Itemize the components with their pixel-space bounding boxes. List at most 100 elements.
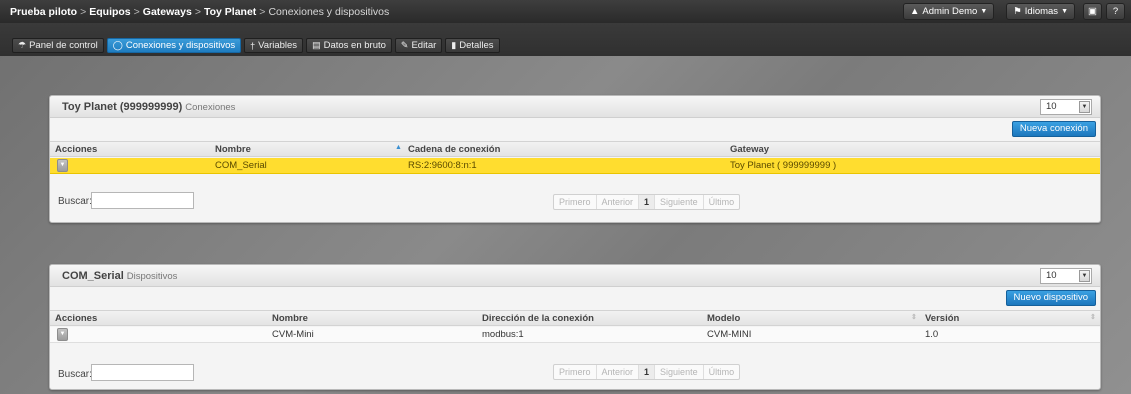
chevron-down-icon: ▼: [1079, 101, 1090, 113]
search-label: Buscar:: [58, 196, 92, 207]
pager-page-1[interactable]: 1: [639, 195, 656, 209]
tab-label: Editar: [411, 40, 437, 51]
pagination: Primero Anterior 1 Siguiente Último: [553, 194, 741, 210]
tab-bar: ☂ Panel de control ◯ Conexiones y dispos…: [0, 23, 1131, 56]
breadcrumb-separator: >: [133, 5, 140, 18]
language-menu-label: Idiomas: [1024, 6, 1059, 17]
search-input[interactable]: [91, 364, 194, 381]
column-header-acciones: Acciones: [55, 313, 98, 324]
panel-title: Toy Planet (999999999) Conexiones: [62, 101, 235, 113]
column-header-version[interactable]: Versión: [925, 313, 959, 324]
cell-version: 1.0: [925, 329, 939, 340]
row-actions-button[interactable]: ▼: [57, 159, 68, 172]
tab-label: Datos en bruto: [323, 40, 386, 51]
tab-detalles[interactable]: ▮ Detalles: [445, 38, 500, 53]
page-size-select[interactable]: 10 ▼: [1040, 268, 1092, 284]
chevron-down-icon: ▼: [1079, 270, 1090, 282]
pager-first[interactable]: Primero: [554, 365, 597, 379]
connections-panel-subtitle: Conexiones: [185, 102, 236, 113]
devices-panel: COM_Serial Dispositivos 10 ▼ Nuevo dispos…: [49, 264, 1101, 390]
column-header-nombre[interactable]: Nombre: [215, 144, 251, 155]
devices-panel-subtitle: Dispositivos: [126, 271, 178, 282]
tab-label: Detalles: [459, 40, 494, 51]
breadcrumb-separator: >: [259, 5, 266, 18]
pager-next[interactable]: Siguiente: [655, 195, 704, 209]
user-menu-button[interactable]: ▲ Admin Demo ▼: [903, 3, 995, 20]
cell-direccion: modbus:1: [482, 329, 524, 340]
search-label: Buscar:: [58, 369, 92, 380]
flag-icon: ⚑: [1013, 6, 1022, 17]
column-header-direccion[interactable]: Dirección de la conexión: [482, 313, 594, 324]
pager-last[interactable]: Último: [704, 195, 740, 209]
pager-previous[interactable]: Anterior: [597, 195, 640, 209]
devices-table-header: Acciones Nombre Dirección de la conexión…: [50, 310, 1100, 326]
tab-label: Panel de control: [29, 40, 98, 51]
sort-icon[interactable]: ⇕: [911, 313, 917, 321]
help-button[interactable]: ?: [1106, 3, 1125, 20]
sort-icon[interactable]: ⇕: [1090, 313, 1096, 321]
new-device-button[interactable]: Nuevo dispositivo: [1005, 290, 1096, 306]
connections-panel: Toy Planet (999999999) Conexiones 10 ▼ Nu…: [49, 95, 1101, 223]
tab-editar[interactable]: ✎ Editar: [394, 38, 443, 53]
pager-first[interactable]: Primero: [554, 195, 597, 209]
pencil-icon: ✎: [400, 40, 409, 50]
column-header-gateway[interactable]: Gateway: [730, 144, 769, 155]
page-size-value: 10: [1046, 270, 1057, 281]
page-size-value: 10: [1046, 101, 1057, 112]
column-header-acciones: Acciones: [55, 144, 98, 155]
cell-cadena: RS:2:9600:8:n:1: [408, 160, 477, 171]
column-header-modelo[interactable]: Modelo: [707, 313, 740, 324]
breadcrumb: Prueba piloto > Equipos > Gateways > Toy Plane…: [0, 6, 389, 18]
tab-conexiones-y-dispositivos[interactable]: ◯ Conexiones y dispositivos: [106, 38, 242, 53]
screen-icon: ▣: [1088, 6, 1097, 17]
chevron-down-icon: ▼: [980, 8, 988, 15]
user-menu-label: Admin Demo: [922, 6, 978, 17]
column-header-nombre[interactable]: Nombre: [272, 313, 308, 324]
devices-panel-header: COM_Serial Dispositivos 10 ▼: [50, 265, 1100, 287]
cell-gateway: Toy Planet ( 999999999 ): [730, 160, 837, 171]
sort-ascending-icon[interactable]: ▲: [395, 144, 402, 151]
breadcrumb-item-gateways[interactable]: Gateways: [143, 6, 192, 18]
pager-next[interactable]: Siguiente: [655, 365, 704, 379]
chevron-down-icon: ▼: [1061, 8, 1068, 15]
new-connection-button[interactable]: Nueva conexión: [1011, 121, 1096, 137]
devices-panel-title: COM_Serial: [62, 270, 124, 282]
tab-panel-de-control[interactable]: ☂ Panel de control: [12, 38, 104, 53]
table-icon: ▤: [312, 40, 321, 50]
breadcrumb-separator: >: [80, 5, 87, 18]
pager-page-1[interactable]: 1: [639, 365, 656, 379]
language-menu-button[interactable]: ⚑ Idiomas ▼: [1006, 3, 1075, 20]
tab-datos-en-bruto[interactable]: ▤ Datos en bruto: [306, 38, 392, 53]
row-actions-button[interactable]: ▼: [57, 328, 68, 341]
pager-last[interactable]: Último: [704, 365, 740, 379]
column-header-cadena[interactable]: Cadena de conexión: [408, 144, 500, 155]
connections-table-header: Acciones Nombre ▲ Cadena de conexión Gat…: [50, 141, 1100, 157]
dashboard-icon: ☂: [18, 40, 27, 50]
breadcrumb-item-gateway[interactable]: Toy Planet: [204, 6, 256, 18]
breadcrumb-separator: >: [194, 5, 201, 18]
page-size-select[interactable]: 10 ▼: [1040, 99, 1092, 115]
panel-title: COM_Serial Dispositivos: [62, 270, 177, 282]
breadcrumb-item-equipos[interactable]: Equipos: [89, 6, 130, 18]
pagination: Primero Anterior 1 Siguiente Último: [553, 364, 741, 380]
connections-panel-title: Toy Planet (999999999): [62, 101, 183, 113]
variables-icon: †: [250, 40, 256, 51]
help-icon: ?: [1112, 6, 1119, 17]
connections-panel-header: Toy Planet (999999999) Conexiones 10 ▼: [50, 96, 1100, 118]
screen-button[interactable]: ▣: [1083, 3, 1102, 20]
cell-modelo: CVM-MINI: [707, 329, 752, 340]
user-icon: ▲: [910, 6, 920, 17]
search-input[interactable]: [91, 192, 194, 209]
cell-nombre: CVM-Mini: [272, 329, 314, 340]
pager-previous[interactable]: Anterior: [597, 365, 640, 379]
breadcrumb-current: Conexiones y dispositivos: [268, 5, 390, 18]
cell-nombre: COM_Serial: [215, 160, 267, 171]
details-icon: ▮: [451, 40, 457, 50]
table-row[interactable]: ▼ CVM-Mini modbus:1 CVM-MINI 1.0: [50, 327, 1100, 343]
tab-variables[interactable]: † Variables: [244, 38, 304, 53]
tab-label: Variables: [258, 40, 298, 51]
tab-label: Conexiones y dispositivos: [125, 40, 236, 51]
breadcrumb-item-project[interactable]: Prueba piloto: [10, 6, 77, 18]
table-row[interactable]: ▼ COM_Serial RS:2:9600:8:n:1 Toy Planet …: [50, 158, 1100, 174]
connection-icon: ◯: [112, 40, 123, 50]
